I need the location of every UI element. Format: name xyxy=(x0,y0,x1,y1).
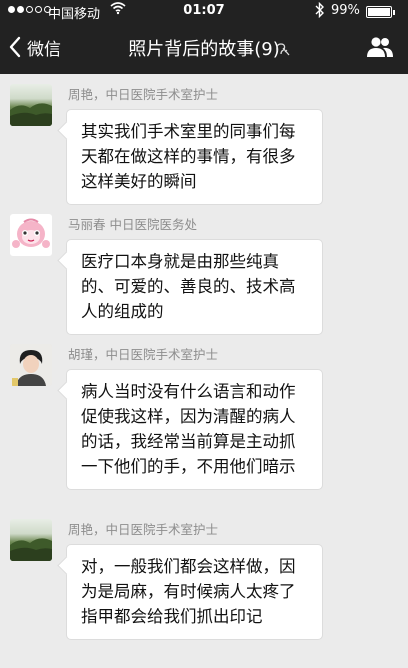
battery-fill xyxy=(368,8,390,16)
landscape-avatar[interactable] xyxy=(10,519,52,561)
sender-name: 马丽春 中日医院医务处 xyxy=(68,217,197,232)
message-bubble[interactable]: 病人当时没有什么语言和动作促使我这样，因为清醒的病人的话，我经常当前算是主动抓一… xyxy=(66,369,323,490)
cartoon-avatar[interactable] xyxy=(10,214,52,256)
message-text: 医疗口本身就是由那些纯真的、可爱的、善良的、技术高人的组成的 xyxy=(81,252,296,321)
message-bubble[interactable]: 医疗口本身就是由那些纯真的、可爱的、善良的、技术高人的组成的 xyxy=(66,239,323,335)
sender-name: 周艳，中日医院手术室护士 xyxy=(68,522,219,537)
bluetooth-icon xyxy=(315,1,324,21)
person-photo-avatar[interactable] xyxy=(10,344,52,386)
page-title: 照片背后的故事(9) xyxy=(128,39,280,60)
status-bar: 中国移动 01:07 99% xyxy=(0,0,408,22)
ear-mute-icon xyxy=(276,43,290,56)
landscape-avatar[interactable] xyxy=(10,84,52,126)
back-label: 微信 xyxy=(27,39,61,60)
sender-name: 周艳，中日医院手术室护士 xyxy=(68,87,219,102)
group-members-icon[interactable] xyxy=(366,36,394,58)
message-text: 其实我们手术室里的同事们每天都在做这样的事情，有很多这样美好的瞬间 xyxy=(81,122,296,191)
back-button[interactable]: 微信 xyxy=(8,32,61,62)
chat-area[interactable]: 周艳，中日医院手术室护士 其实我们手术室里的同事们每天都在做这样的事情，有很多这… xyxy=(0,74,408,668)
nav-bar: 微信 照片背后的故事(9) xyxy=(0,24,408,70)
message-text: 病人当时没有什么语言和动作促使我这样，因为清醒的病人的话，我经常当前算是主动抓一… xyxy=(81,382,296,476)
sender-name: 胡瑾，中日医院手术室护士 xyxy=(68,347,219,362)
message-bubble[interactable]: 其实我们手术室里的同事们每天都在做这样的事情，有很多这样美好的瞬间 xyxy=(66,109,323,205)
message-bubble[interactable]: 对，一般我们都会这样做，因为是局麻，有时候病人太疼了指甲都会给我们抓出印记 xyxy=(66,544,323,640)
chevron-left-icon xyxy=(9,36,21,58)
battery-percent: 99% xyxy=(331,3,360,18)
battery-icon xyxy=(366,6,395,18)
message-text: 对，一般我们都会这样做，因为是局麻，有时候病人太疼了指甲都会给我们抓出印记 xyxy=(81,557,296,626)
top-bar: 中国移动 01:07 99% 微信 照片背后的故事(9) xyxy=(0,0,408,74)
